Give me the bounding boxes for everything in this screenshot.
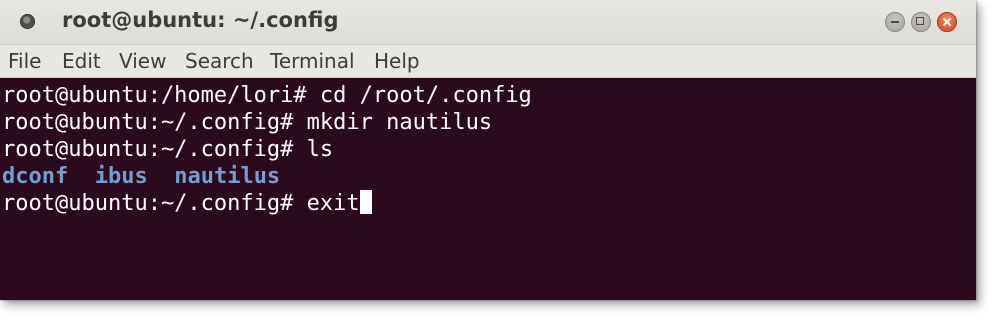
terminal-window: root@ubuntu: ~/.config File Edit View Se…	[0, 0, 976, 300]
ls-output-line: dconf ibus nautilus	[2, 163, 280, 190]
menu-item-search[interactable]: Search	[185, 49, 254, 73]
menu-item-help[interactable]: Help	[374, 49, 420, 73]
menu-item-terminal[interactable]: Terminal	[270, 49, 355, 73]
minimize-icon[interactable]	[885, 12, 905, 32]
shell-prompt: root@ubuntu:~/.config#	[2, 191, 307, 216]
terminal-input-line[interactable]: root@ubuntu:~/.config# exit	[2, 190, 372, 217]
text-cursor	[359, 190, 372, 214]
terminal-line: root@ubuntu:~/.config# ls	[2, 137, 334, 162]
window-title: root@ubuntu: ~/.config	[62, 8, 339, 32]
command-input[interactable]: exit	[307, 191, 360, 216]
close-icon[interactable]	[937, 12, 957, 32]
menu-item-file[interactable]: File	[8, 49, 41, 73]
terminal-line: root@ubuntu:~/.config# mkdir nautilus	[2, 110, 493, 135]
terminal-area[interactable]: root@ubuntu:/home/lori# cd /root/.config…	[0, 78, 976, 300]
menu-bar: File Edit View Search Terminal Help	[0, 45, 976, 78]
directory-entry-dconf: dconf	[2, 164, 69, 189]
menu-item-edit[interactable]: Edit	[62, 49, 101, 73]
menu-item-view[interactable]: View	[119, 49, 166, 73]
directory-entry-ibus: ibus	[94, 164, 148, 189]
directory-entry-nautilus: nautilus	[174, 164, 281, 189]
title-bar[interactable]: root@ubuntu: ~/.config	[0, 0, 976, 45]
maximize-icon[interactable]	[911, 12, 931, 32]
screenshot-canvas: root@ubuntu: ~/.config File Edit View Se…	[0, 0, 1000, 323]
terminal-line: root@ubuntu:/home/lori# cd /root/.config	[2, 83, 532, 108]
terminal-app-icon	[20, 14, 35, 29]
